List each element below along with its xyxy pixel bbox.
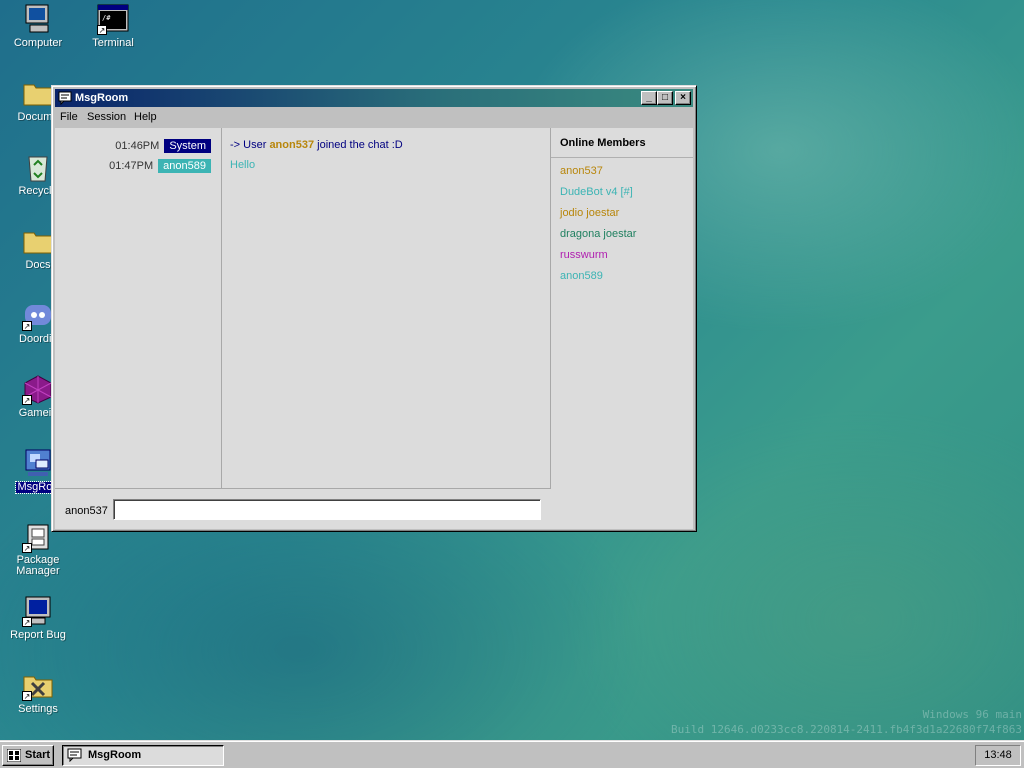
windows-logo-icon [6, 748, 22, 763]
message-input[interactable] [113, 499, 541, 520]
author-badge[interactable]: System [164, 139, 211, 153]
folder-icon [22, 225, 54, 257]
message-meta-row: 01:47PM anon589 [109, 159, 211, 173]
member-item[interactable]: anon537 [560, 165, 603, 177]
system-clock[interactable]: 13:48 [975, 745, 1021, 766]
folder-icon [22, 77, 54, 109]
menu-file[interactable]: File [60, 111, 78, 123]
mentioned-user: anon537 [269, 139, 315, 151]
system-message-suffix: joined the chat :D [314, 139, 403, 151]
desktop-icon-label: Settings [18, 703, 58, 715]
menu-help[interactable]: Help [134, 111, 157, 123]
desktop-icon-settings[interactable]: ↗ Settings [0, 669, 76, 715]
maximize-button[interactable]: □ [657, 91, 673, 105]
shortcut-arrow-icon: ↗ [22, 395, 32, 405]
game-icon: ↗ [22, 373, 54, 405]
report-bug-icon: ↗ [22, 595, 54, 627]
desktop-icon-terminal[interactable]: /# ↗ Terminal [75, 3, 151, 49]
desktop-icon-report-bug[interactable]: ↗ Report Bug [0, 595, 76, 641]
menubar: File Session Help [55, 109, 693, 127]
settings-icon: ↗ [22, 669, 54, 701]
package-manager-icon: ↗ [22, 521, 54, 553]
chat-bubble-icon [58, 91, 72, 106]
member-item[interactable]: jodio joestar [560, 207, 619, 219]
member-item[interactable]: DudeBot v4 [#] [560, 186, 633, 198]
menu-session[interactable]: Session [87, 111, 126, 123]
member-item[interactable]: dragona joestar [560, 228, 636, 240]
composer: anon537 [55, 488, 551, 530]
os-watermark-line2: Build 12646.d0233cc8.220814-2411.fb4f3d1… [671, 723, 1022, 736]
member-item[interactable]: anon589 [560, 270, 603, 282]
message-meta-column: 01:46PM System 01:47PM anon589 [55, 128, 222, 488]
online-members-panel: Online Members anon537 DudeBot v4 [#] jo… [551, 128, 693, 529]
desktop-icon-label: Docs [25, 259, 51, 271]
os-watermark-line1: Windows 96 main [922, 708, 1022, 721]
chat-bubble-icon [67, 748, 83, 763]
minimize-button[interactable]: _ [641, 91, 657, 105]
message-list[interactable]: -> User anon537 joined the chat :D Hello [222, 128, 551, 488]
message-text: -> User anon537 joined the chat :D [230, 139, 403, 151]
desktop-icon-label: Terminal [92, 37, 134, 49]
chat-content: 01:46PM System 01:47PM anon589 -> User a… [55, 128, 693, 529]
computer-icon [22, 3, 54, 35]
msgroom-icon [22, 447, 54, 479]
msgroom-window: MsgRoom _ □ × File Session Help 01:46PM … [51, 85, 697, 532]
desktop-icon-label: Computer [13, 37, 63, 49]
svg-text:/#: /# [102, 14, 111, 22]
members-title: Online Members [560, 137, 646, 149]
shortcut-arrow-icon: ↗ [22, 691, 32, 701]
recycle-bin-icon [22, 151, 54, 183]
message-time: 01:47PM [109, 160, 154, 172]
desktop-icon-label: Report Bug [10, 629, 66, 641]
message-meta-row: 01:46PM System [115, 139, 211, 153]
start-button[interactable]: Start [2, 745, 54, 766]
window-title: MsgRoom [75, 92, 129, 104]
shortcut-arrow-icon: ↗ [22, 543, 32, 553]
terminal-icon: /# ↗ [97, 3, 129, 35]
desktop-icon-computer[interactable]: Computer [0, 3, 76, 49]
current-username: anon537 [65, 505, 108, 517]
members-divider [551, 157, 693, 158]
taskbar-item-label: MsgRoom [88, 749, 142, 761]
taskbar: Start MsgRoom 13:48 [0, 740, 1024, 768]
system-message-prefix: -> User [230, 139, 270, 151]
close-button[interactable]: × [675, 91, 691, 105]
discord-icon: ↗ [22, 299, 54, 331]
shortcut-arrow-icon: ↗ [22, 617, 32, 627]
window-titlebar[interactable]: MsgRoom _ □ × [55, 89, 693, 107]
shortcut-arrow-icon: ↗ [97, 25, 107, 35]
shortcut-arrow-icon: ↗ [22, 321, 32, 331]
message-text: Hello [230, 159, 256, 171]
desktop-icon-label: Package Manager [16, 554, 60, 577]
message-time: 01:46PM [115, 140, 160, 152]
taskbar-item-msgroom[interactable]: MsgRoom [62, 745, 224, 766]
start-label: Start [25, 749, 51, 761]
member-item[interactable]: russwurm [560, 249, 608, 261]
author-badge[interactable]: anon589 [158, 159, 211, 173]
